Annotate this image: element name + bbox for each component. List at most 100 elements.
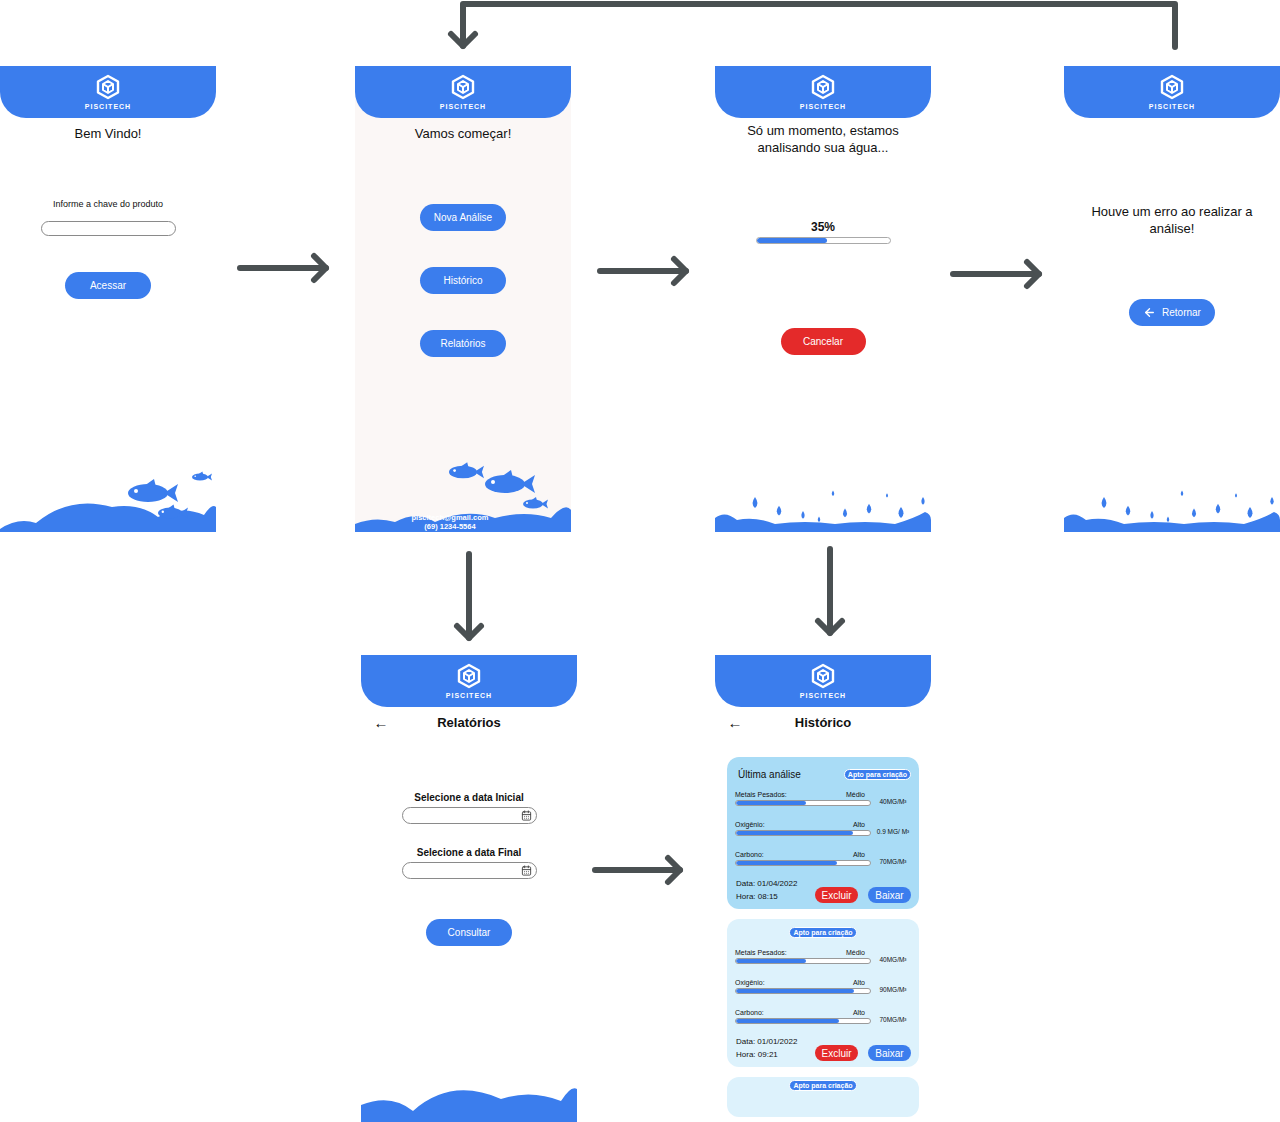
screen-title: Só um momento, estamos analisando sua ág… bbox=[739, 122, 907, 156]
metric-label: Carbono: bbox=[735, 1008, 764, 1017]
water-drops-icon bbox=[715, 490, 931, 532]
metric-row: Carbono:Alto70MG/M³ bbox=[735, 1001, 911, 1031]
screen-title: Vamos começar! bbox=[415, 125, 512, 142]
piscitech-logo-icon bbox=[1159, 74, 1185, 100]
contact-line: piscitech@gmail.com bbox=[412, 513, 489, 522]
app-header: PISCITECH bbox=[715, 655, 931, 707]
status-badge: Apto para criação bbox=[789, 1080, 856, 1091]
app-header: PISCITECH bbox=[715, 66, 931, 118]
back-button[interactable]: ← bbox=[715, 714, 755, 731]
piscitech-logo-icon bbox=[450, 74, 476, 100]
card-title: Última análise bbox=[738, 769, 801, 780]
metric-bar bbox=[735, 800, 871, 806]
menu-screen: PISCITECH Vamos começar! Nova Análise Histó… bbox=[355, 66, 571, 532]
flow-arrow-icon bbox=[600, 259, 686, 283]
screen-title: Bem Vindo! bbox=[75, 125, 142, 142]
flow-arrow-icon bbox=[457, 554, 481, 638]
analysis-card: Apto para criação bbox=[727, 1077, 919, 1117]
date-input[interactable] bbox=[411, 865, 521, 876]
brand-name: PISCITECH bbox=[440, 103, 486, 110]
metric-label: Oxigênio: bbox=[735, 820, 765, 829]
delete-button[interactable]: Excluir bbox=[815, 887, 858, 903]
field-label: Informe a chave do produto bbox=[53, 198, 163, 211]
app-header: PISCITECH bbox=[361, 655, 577, 707]
piscitech-logo-icon bbox=[456, 663, 482, 689]
metric-value: 90MG/M³ bbox=[875, 978, 911, 994]
brand-name: PISCITECH bbox=[800, 692, 846, 699]
flow-arrow-icon bbox=[595, 858, 680, 882]
return-button[interactable]: Retornar bbox=[1129, 299, 1215, 326]
download-button[interactable]: Baixar bbox=[868, 1045, 911, 1061]
metric-fill bbox=[736, 831, 853, 835]
metric-fill bbox=[736, 989, 854, 993]
wave-icon bbox=[361, 1085, 577, 1122]
metric-value: 70MG/M³ bbox=[875, 850, 911, 866]
metric-row: Oxigênio: Alto 90MG/M³ bbox=[735, 971, 911, 1001]
date-input[interactable] bbox=[411, 810, 521, 821]
date-field[interactable] bbox=[402, 862, 537, 879]
menu-button[interactable]: Histórico bbox=[420, 267, 506, 294]
piscitech-logo-icon bbox=[95, 74, 121, 100]
reports-screen: PISCITECH ←Relatórios Selecione a data Ini… bbox=[361, 655, 577, 1122]
status-badge: Apto para criação bbox=[844, 769, 911, 780]
delete-button[interactable]: Excluir bbox=[815, 1045, 858, 1061]
arrow-left-icon bbox=[1143, 306, 1156, 319]
metric-fill bbox=[736, 861, 837, 865]
flow-arrow-icon bbox=[953, 262, 1039, 286]
nav-bar: ←Histórico bbox=[715, 707, 931, 737]
menu-button[interactable]: Nova Análise bbox=[420, 204, 506, 231]
download-button[interactable]: Baixar bbox=[868, 887, 911, 903]
login-screen: PISCITECHBem Vindo!Informe a chave do pr… bbox=[0, 66, 216, 532]
contact-info: piscitech@gmail.com(69) 1234-5564 bbox=[355, 513, 545, 532]
flow-arrow-icon bbox=[451, 4, 1175, 47]
metric-label: Metais Pesados: bbox=[735, 790, 787, 799]
metric-row: Oxigênio:Alto0.9 MG/ M³ bbox=[735, 813, 911, 843]
progress-fill bbox=[757, 238, 827, 243]
product-key-input[interactable] bbox=[41, 221, 176, 236]
screen-title: Relatórios bbox=[401, 715, 537, 730]
timestamp: Data: 01/04/2022Hora: 08:15 bbox=[735, 877, 797, 903]
metric-grade: Médio bbox=[846, 948, 865, 957]
metric-row: Metais Pesados:Médio40MG/M³ bbox=[735, 941, 911, 971]
piscitech-logo-icon bbox=[810, 74, 836, 100]
metric-value: 40MG/M³ bbox=[875, 948, 911, 964]
calendar-icon[interactable] bbox=[521, 810, 532, 821]
back-button[interactable]: ← bbox=[361, 714, 401, 731]
app-header: PISCITECH bbox=[355, 66, 571, 118]
metric-grade: Alto bbox=[853, 850, 865, 859]
metric-bar bbox=[735, 860, 871, 866]
error-screen: PISCITECH Houve um erro ao realizar a aná… bbox=[1064, 66, 1280, 532]
access-button[interactable]: Acessar bbox=[65, 272, 151, 299]
cancel-button[interactable]: Cancelar bbox=[781, 328, 866, 355]
metric-row: Metais Pesados:Médio40MG/M³ bbox=[735, 783, 911, 813]
date-label: Selecione a data Inicial bbox=[414, 791, 524, 804]
flow-diagram: PISCITECH Bem Vindo! Informe a chave do pr… bbox=[0, 0, 1280, 1122]
metric-bar bbox=[735, 1018, 871, 1024]
contact-line: (69) 1234-5564 bbox=[424, 522, 475, 531]
date-field[interactable] bbox=[402, 807, 537, 824]
timestamp: Data: 01/01/2022Hora: 09:21 bbox=[735, 1035, 797, 1061]
history-list: Última análiseApto para criaçãoMetais Pe… bbox=[727, 757, 919, 1117]
metric-fill bbox=[736, 959, 806, 963]
water-drops-icon bbox=[1064, 490, 1280, 532]
metric-grade: Médio bbox=[846, 790, 865, 799]
flow-arrow-icon bbox=[240, 256, 326, 280]
date-label: Selecione a data Final bbox=[417, 846, 521, 859]
fish-wave-icon bbox=[0, 467, 216, 532]
metric-grade: Alto bbox=[853, 1008, 865, 1017]
brand-name: PISCITECH bbox=[1149, 103, 1195, 110]
status-badge: Apto para criação bbox=[789, 927, 856, 938]
metric-grade: Alto bbox=[853, 978, 865, 987]
piscitech-logo-icon bbox=[810, 663, 836, 689]
metric-label: Oxigênio: bbox=[735, 978, 765, 987]
analyzing-screen: PISCITECH Só um momento, estamos analisan… bbox=[715, 66, 931, 532]
error-message: Houve um erro ao realizar a análise! bbox=[1079, 203, 1265, 237]
consult-button[interactable]: Consultar bbox=[426, 919, 512, 946]
metric-value: 0.9 MG/ M³ bbox=[875, 820, 911, 836]
calendar-icon[interactable] bbox=[521, 865, 532, 876]
menu-button[interactable]: Relatórios bbox=[420, 330, 506, 357]
screen-title: Histórico bbox=[755, 715, 891, 730]
metric-bar bbox=[735, 958, 871, 964]
analysis-card: Apto para criaçãoMetais Pesados:Médio40M… bbox=[727, 919, 919, 1067]
metric-row: Carbono:Alto70MG/M³ bbox=[735, 843, 911, 873]
